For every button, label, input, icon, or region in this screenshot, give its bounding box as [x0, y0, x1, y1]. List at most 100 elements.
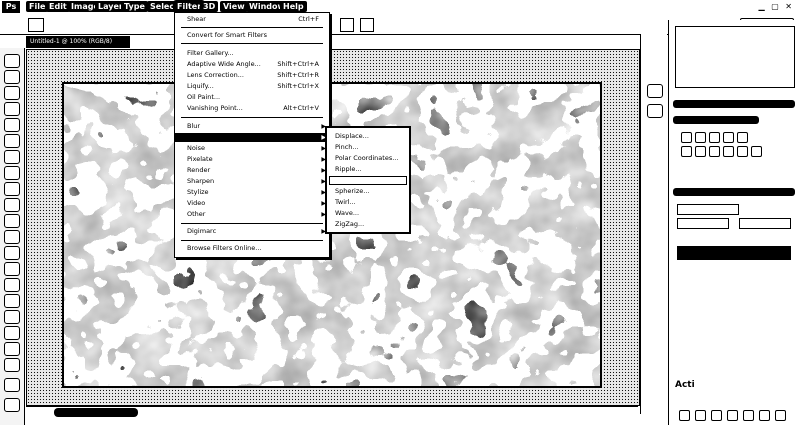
menu-item-noise[interactable]: Noise ▶ — [175, 144, 329, 153]
opacity-field[interactable] — [739, 218, 791, 229]
submenu-item-spherize[interactable]: Spherize... — [327, 187, 409, 196]
blend-mode-select[interactable] — [677, 218, 729, 229]
menu-separator — [181, 240, 323, 241]
trash-icon[interactable] — [775, 410, 786, 421]
history-brush-tool-icon[interactable] — [4, 198, 20, 212]
menu-item-pixelate[interactable]: Pixelate ▶ — [175, 155, 329, 164]
path-select-tool-icon[interactable] — [4, 310, 20, 324]
quick-mask-icon[interactable] — [4, 398, 20, 412]
adjustment-exposure-icon[interactable] — [723, 132, 734, 143]
color-panel[interactable] — [675, 26, 795, 88]
crop-tool-icon[interactable] — [4, 118, 20, 132]
type-tool-icon[interactable] — [4, 294, 20, 308]
pen-tool-icon[interactable] — [4, 278, 20, 292]
menu-item-liquify[interactable]: Liquify... Shift+Ctrl+X — [175, 82, 329, 91]
panel-tabs[interactable] — [673, 116, 759, 124]
distribute-icon[interactable] — [360, 18, 374, 32]
menu-separator — [181, 223, 323, 224]
align-icon[interactable] — [340, 18, 354, 32]
marquee-tool-icon[interactable] — [4, 70, 20, 84]
lasso-tool-icon[interactable] — [4, 86, 20, 100]
filter-menu: Shear Ctrl+F Convert for Smart Filters F… — [174, 12, 330, 258]
menu-item-video[interactable]: Video ▶ — [175, 199, 329, 208]
adjustment-levels-icon[interactable] — [695, 132, 706, 143]
adjustment-curves-icon[interactable] — [709, 132, 720, 143]
actions-panel-icon[interactable] — [647, 104, 663, 118]
layer-style-icon[interactable] — [695, 410, 706, 421]
layer-mask-icon[interactable] — [711, 410, 722, 421]
submenu-item-displace[interactable]: Displace... — [327, 132, 409, 141]
panel-header-bar[interactable] — [673, 100, 795, 108]
zoom-tool-icon[interactable] — [4, 358, 20, 372]
brush-tool-icon[interactable] — [4, 166, 20, 180]
menu-type[interactable]: Type — [121, 1, 148, 12]
move-tool-icon[interactable] — [4, 54, 20, 68]
blur-tool-icon[interactable] — [4, 246, 20, 260]
layer-kind-filter[interactable] — [677, 204, 739, 215]
shape-tool-icon[interactable] — [4, 326, 20, 340]
submenu-item-ripple[interactable]: Ripple... — [327, 165, 409, 174]
menu-item-stylize[interactable]: Stylize ▶ — [175, 188, 329, 197]
move-tool-icon[interactable] — [28, 18, 44, 32]
new-layer-icon[interactable] — [759, 410, 770, 421]
color-swatches-icon[interactable] — [4, 378, 20, 392]
menu-item-convert-smart-filters[interactable]: Convert for Smart Filters — [175, 31, 329, 40]
dodge-tool-icon[interactable] — [4, 262, 20, 276]
submenu-item-wave[interactable]: Wave... — [327, 209, 409, 218]
menu-edit[interactable]: Edit — [46, 1, 70, 12]
adjustment-photo-filter-icon[interactable] — [723, 146, 734, 157]
menu-3d[interactable]: 3D — [200, 1, 219, 12]
layers-panel-header[interactable] — [673, 188, 795, 196]
eraser-tool-icon[interactable] — [4, 214, 20, 228]
menu-item-oil-paint[interactable]: Oil Paint... — [175, 93, 329, 102]
menu-view[interactable]: View — [220, 1, 248, 12]
quick-select-tool-icon[interactable] — [4, 102, 20, 116]
gradient-tool-icon[interactable] — [4, 230, 20, 244]
submenu-item-twirl[interactable]: Twirl... — [327, 198, 409, 207]
link-layers-icon[interactable] — [679, 410, 690, 421]
hand-tool-icon[interactable] — [4, 342, 20, 356]
submenu-item-pinch[interactable]: Pinch... — [327, 143, 409, 152]
menu-item-vanishing-point[interactable]: Vanishing Point... Alt+Ctrl+V — [175, 104, 329, 113]
adjustment-layer-icon[interactable] — [727, 410, 738, 421]
adjustment-brightness-icon[interactable] — [681, 132, 692, 143]
submenu-item-shear[interactable] — [329, 176, 407, 185]
menu-item-browse-filters-online[interactable]: Browse Filters Online... — [175, 244, 329, 253]
eyedropper-tool-icon[interactable] — [4, 134, 20, 148]
menu-item-last-filter[interactable]: Shear Ctrl+F — [175, 15, 329, 24]
submenu-item-zigzag[interactable]: ZigZag... — [327, 220, 409, 229]
status-bar — [26, 406, 638, 419]
app-logo[interactable]: Ps — [2, 1, 20, 13]
menu-item-sharpen[interactable]: Sharpen ▶ — [175, 177, 329, 186]
layers-footer — [677, 410, 791, 421]
menu-bar: Ps File Edit Image Layer Type Select Fil… — [0, 0, 798, 15]
menu-item-lens-correction[interactable]: Lens Correction... Shift+Ctrl+R — [175, 71, 329, 80]
menu-item-other[interactable]: Other ▶ — [175, 210, 329, 219]
layer-row-background[interactable] — [677, 246, 791, 260]
adjustment-balance-icon[interactable] — [695, 146, 706, 157]
adjustment-bw-icon[interactable] — [709, 146, 720, 157]
adjustment-lookup-icon[interactable] — [751, 146, 762, 157]
distort-submenu: Displace... Pinch... Polar Coordinates..… — [325, 126, 411, 234]
menu-help[interactable]: Help — [280, 1, 307, 12]
menu-item-blur[interactable]: Blur ▶ — [175, 122, 329, 131]
menu-item-filter-gallery[interactable]: Filter Gallery... — [175, 49, 329, 58]
new-group-icon[interactable] — [743, 410, 754, 421]
activation-watermark: Acti — [675, 380, 695, 390]
clone-stamp-tool-icon[interactable] — [4, 182, 20, 196]
menu-item-render[interactable]: Render ▶ — [175, 166, 329, 175]
history-panel-icon[interactable] — [647, 84, 663, 98]
menu-separator — [181, 117, 323, 118]
menu-item-digimarc[interactable]: Digimarc ▶ — [175, 227, 329, 236]
submenu-item-polar-coordinates[interactable]: Polar Coordinates... — [327, 154, 409, 163]
healing-brush-tool-icon[interactable] — [4, 150, 20, 164]
window-controls[interactable]: ▁ ▢ ✕ — [759, 2, 795, 11]
adjustment-mixer-icon[interactable] — [737, 146, 748, 157]
menu-separator — [181, 27, 323, 28]
adjustment-hue-icon[interactable] — [681, 146, 692, 157]
document-tab[interactable]: Untitled-1 @ 100% (RGB/8) — [26, 36, 130, 48]
menu-item-distort[interactable]: ▶ — [175, 133, 329, 142]
zoom-level[interactable] — [54, 408, 138, 417]
menu-item-adaptive-wide-angle[interactable]: Adaptive Wide Angle... Shift+Ctrl+A — [175, 60, 329, 69]
adjustment-vibrance-icon[interactable] — [737, 132, 748, 143]
